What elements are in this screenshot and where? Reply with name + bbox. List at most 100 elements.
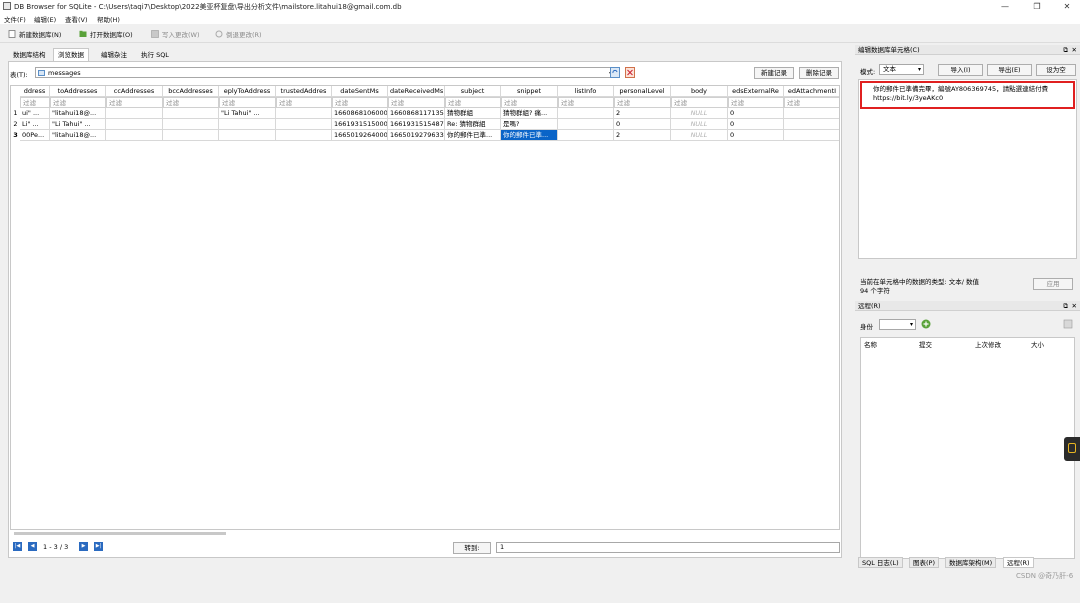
column-commit[interactable]: 提交 xyxy=(919,339,932,349)
column-name[interactable]: 名称 xyxy=(864,339,877,349)
table-cell[interactable]: "litahui18@... xyxy=(50,108,106,119)
table-cell[interactable]: 1661931515487 xyxy=(388,119,445,130)
tab-db-structure[interactable]: 数据库结构 xyxy=(8,48,51,61)
column-filter-input[interactable]: 过滤 xyxy=(163,97,219,108)
table-cell[interactable] xyxy=(558,108,614,119)
table-cell[interactable]: 2 xyxy=(614,130,671,141)
tab-browse-data[interactable]: 浏览数据 xyxy=(53,48,89,61)
table-cell[interactable]: 0 xyxy=(728,130,784,141)
column-header[interactable]: toAddresses xyxy=(50,86,106,97)
table-cell[interactable]: "litahui18@... xyxy=(50,130,106,141)
table-cell[interactable]: 00Pe... xyxy=(20,130,50,141)
menu-help[interactable]: 帮助(H) xyxy=(97,14,120,24)
table-cell[interactable] xyxy=(276,119,332,130)
column-header[interactable]: eplyToAddress xyxy=(219,86,276,97)
column-header[interactable]: ddress xyxy=(20,86,50,97)
next-record-icon[interactable]: ▶ xyxy=(79,542,88,551)
column-size[interactable]: 大小 xyxy=(1031,339,1044,349)
column-filter-input[interactable]: 过滤 xyxy=(728,97,784,108)
table-cell[interactable] xyxy=(163,108,219,119)
side-tool-handle[interactable] xyxy=(1064,437,1080,461)
table-cell[interactable] xyxy=(784,119,839,130)
column-header[interactable]: listInfo xyxy=(558,86,614,97)
table-cell[interactable]: 你的郵件已準... xyxy=(501,130,558,141)
column-filter-input[interactable]: 过滤 xyxy=(445,97,501,108)
table-cell[interactable]: 你的郵件已準... xyxy=(445,130,501,141)
apply-button[interactable]: 应用 xyxy=(1033,278,1073,290)
column-filter-input[interactable]: 过滤 xyxy=(106,97,163,108)
goto-button[interactable]: 转到: xyxy=(453,542,491,554)
refresh-icon[interactable] xyxy=(610,67,620,78)
revert-changes-button[interactable]: 倒退更改(R) xyxy=(215,29,262,40)
import-button[interactable]: 导入(I) xyxy=(938,64,983,76)
column-header[interactable]: dateReceivedMs xyxy=(388,86,445,97)
table-cell[interactable] xyxy=(106,130,163,141)
table-cell[interactable] xyxy=(276,108,332,119)
new-database-button[interactable]: 新建数据库(N) xyxy=(8,29,61,40)
write-changes-button[interactable]: 写入更改(W) xyxy=(151,29,200,40)
table-cell[interactable] xyxy=(784,130,839,141)
table-cell[interactable]: 1660868117135 xyxy=(388,108,445,119)
column-filter-input[interactable]: 过滤 xyxy=(614,97,671,108)
column-header[interactable]: edAttachmentI xyxy=(784,86,839,97)
column-header[interactable]: bccAddresses xyxy=(163,86,219,97)
table-cell[interactable] xyxy=(163,119,219,130)
goto-input[interactable]: 1 xyxy=(496,542,840,553)
column-last-modified[interactable]: 上次修改 xyxy=(975,339,1001,349)
column-header[interactable]: body xyxy=(671,86,728,97)
table-cell[interactable]: 0 xyxy=(728,108,784,119)
table-cell[interactable] xyxy=(276,130,332,141)
close-panel-icon[interactable]: ✕ xyxy=(1072,45,1077,55)
identity-select[interactable]: ▾ xyxy=(879,319,916,330)
column-header[interactable]: trustedAddres xyxy=(276,86,332,97)
row-number[interactable]: 2 xyxy=(11,119,20,130)
column-filter-input[interactable]: 过滤 xyxy=(671,97,728,108)
table-cell[interactable] xyxy=(219,130,276,141)
table-cell[interactable]: 2 xyxy=(614,108,671,119)
table-cell[interactable]: 1665019264000 xyxy=(332,130,388,141)
maximize-icon[interactable]: ❐ xyxy=(1022,0,1052,13)
cell-content-text[interactable]: 你的郵件已準備完畢，編號AY806369745，請點選連結付費 https://… xyxy=(860,81,1075,109)
last-record-icon[interactable]: ▶| xyxy=(94,542,103,551)
column-filter-input[interactable]: 过滤 xyxy=(50,97,106,108)
add-icon[interactable] xyxy=(921,319,931,329)
column-header[interactable]: snippet xyxy=(501,86,558,97)
previous-record-icon[interactable]: ◀ xyxy=(28,542,37,551)
close-icon[interactable]: ✕ xyxy=(1052,0,1080,13)
table-cell[interactable] xyxy=(558,130,614,141)
table-cell[interactable] xyxy=(163,130,219,141)
table-cell[interactable]: NULL xyxy=(671,130,728,141)
table-cell[interactable]: 猜物群組 xyxy=(445,108,501,119)
settings-icon[interactable] xyxy=(1063,319,1073,329)
table-cell[interactable]: NULL xyxy=(671,108,728,119)
menu-file[interactable]: 文件(F) xyxy=(4,14,26,24)
table-cell[interactable]: Re: 猜物群組 xyxy=(445,119,501,130)
tab-db-schema[interactable]: 数据库架构(M) xyxy=(945,557,997,568)
column-filter-input[interactable]: 过滤 xyxy=(501,97,558,108)
column-header[interactable]: personalLevel xyxy=(614,86,671,97)
close-panel-icon[interactable]: ✕ xyxy=(1072,301,1077,311)
table-cell[interactable] xyxy=(219,119,276,130)
table-cell[interactable] xyxy=(558,119,614,130)
table-cell[interactable]: ui" ... xyxy=(20,108,50,119)
column-filter-input[interactable]: 过滤 xyxy=(276,97,332,108)
row-number[interactable]: 1 xyxy=(11,108,20,119)
remote-file-list[interactable]: 名称 提交 上次修改 大小 xyxy=(860,337,1075,559)
column-header[interactable]: ccAddresses xyxy=(106,86,163,97)
column-filter-input[interactable]: 过滤 xyxy=(20,97,50,108)
table-cell[interactable]: 1661931515000 xyxy=(332,119,388,130)
column-header[interactable]: subject xyxy=(445,86,501,97)
clear-filters-icon[interactable] xyxy=(625,67,635,78)
menu-view[interactable]: 查看(V) xyxy=(65,14,88,24)
column-filter-input[interactable]: 过滤 xyxy=(558,97,614,108)
export-button[interactable]: 导出(E) xyxy=(987,64,1032,76)
table-cell[interactable]: "Li Tahui" ... xyxy=(219,108,276,119)
column-filter-input[interactable]: 过滤 xyxy=(332,97,388,108)
float-icon[interactable]: ⧉ xyxy=(1063,301,1068,311)
new-record-button[interactable]: 新建记录 xyxy=(754,67,794,79)
horizontal-scrollbar[interactable] xyxy=(14,532,226,535)
table-cell[interactable]: 1665019279633 xyxy=(388,130,445,141)
table-cell[interactable]: 0 xyxy=(728,119,784,130)
table-cell[interactable] xyxy=(784,108,839,119)
tab-edit-pragmas[interactable]: 编辑杂注 xyxy=(96,48,132,61)
